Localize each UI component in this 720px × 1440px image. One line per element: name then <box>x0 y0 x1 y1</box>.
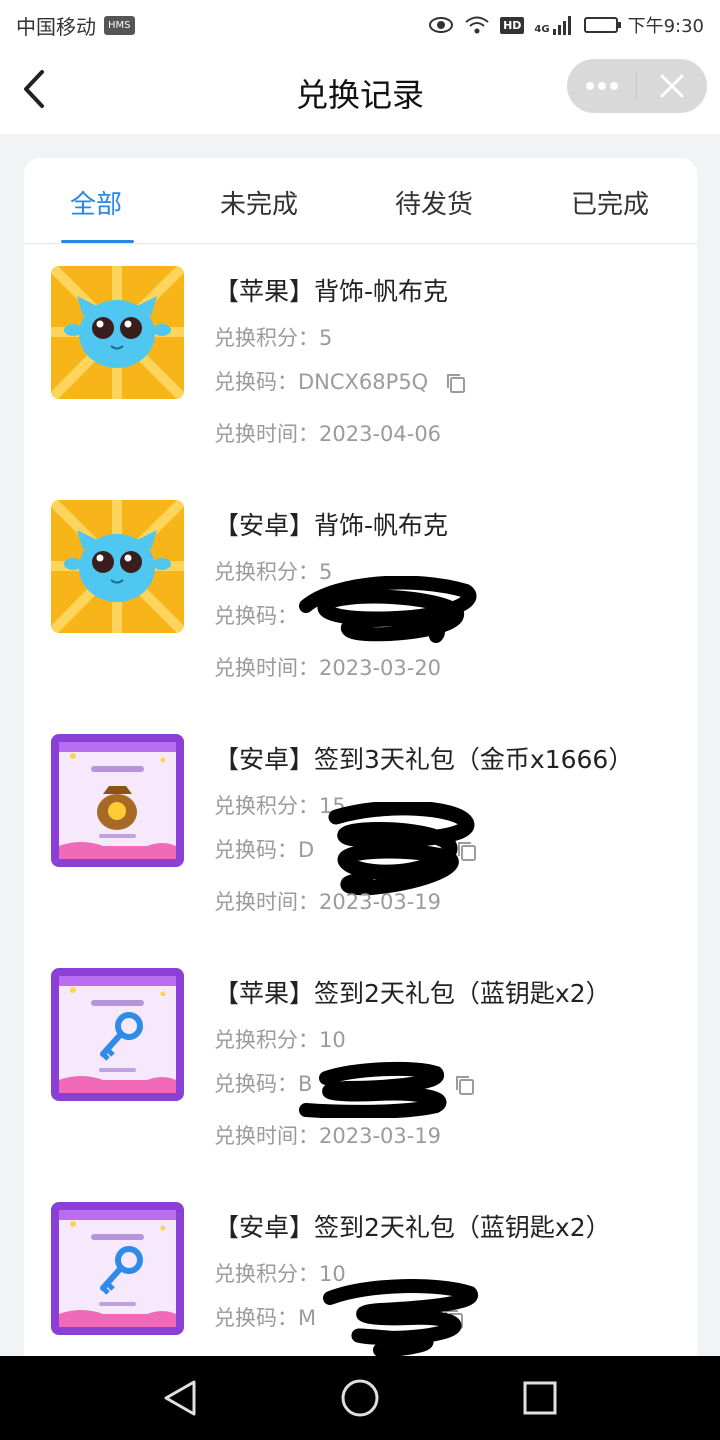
blue-creature-avatar <box>51 500 184 633</box>
tab-all[interactable]: 全部 <box>70 184 122 221</box>
tab-active-indicator <box>61 240 134 243</box>
code-label: 兑换码： <box>214 1306 298 1330</box>
time-label: 兑换时间： <box>214 656 319 680</box>
system-nav-bar <box>0 1356 720 1440</box>
status-right: HD 4G 下午9:30 <box>428 12 704 38</box>
points-label: 兑换积分： <box>214 1262 319 1286</box>
signal-icon: 4G <box>534 15 573 35</box>
hms-badge: HMS <box>104 15 135 35</box>
record-item[interactable]: 【苹果】签到2天礼包（蓝钥匙x2） 兑换积分：10 兑换码：B 兑换时间：202… <box>24 968 697 1202</box>
time-label: 兑换时间： <box>214 422 319 446</box>
time-value: 2023-04-06 <box>319 422 442 446</box>
item-time-row: 兑换时间：2023-03-19 <box>214 886 441 916</box>
item-code-row: 兑换码：DNCX68P5Q <box>214 366 467 396</box>
battery-charging-icon <box>583 17 621 33</box>
tab-incomplete[interactable]: 未完成 <box>220 184 298 221</box>
gold-coin-bag-giftpack <box>51 734 184 867</box>
item-title: 【安卓】签到2天礼包（蓝钥匙x2） <box>214 1213 611 1242</box>
record-item[interactable]: 【苹果】背饰-帆布克 兑换积分：5 兑换码：DNCX68P5Q 兑换时间：202… <box>24 266 697 500</box>
item-time-row: 兑换时间：2023-04-06 <box>214 418 441 448</box>
tab-completed[interactable]: 已完成 <box>571 184 649 221</box>
status-left: 中国移动 HMS <box>16 11 135 40</box>
points-value: 5 <box>319 326 333 350</box>
carrier-label: 中国移动 <box>16 14 96 39</box>
more-button[interactable] <box>567 59 636 113</box>
item-title: 【苹果】背饰-帆布克 <box>214 277 449 306</box>
time-label: 兑换时间： <box>214 1124 319 1148</box>
back-triangle-icon[interactable] <box>162 1378 198 1418</box>
code-value: DNCX68P5Q <box>298 370 429 394</box>
network-type-label: 4G <box>534 24 550 35</box>
item-thumbnail <box>51 968 184 1101</box>
time-value: 2023-03-19 <box>319 1124 442 1148</box>
close-button[interactable] <box>637 59 706 113</box>
points-label: 兑换积分： <box>214 326 319 350</box>
nav-bar: 兑换记录 <box>0 50 720 134</box>
points-label: 兑换积分： <box>214 794 319 818</box>
status-bar: 中国移动 HMS HD 4G 下午9:30 <box>0 0 720 50</box>
copy-icon[interactable] <box>445 372 467 394</box>
item-thumbnail <box>51 734 184 867</box>
recents-square-icon[interactable] <box>522 1378 558 1418</box>
redaction-scribble <box>299 1061 447 1118</box>
item-points-row: 兑换积分：5 <box>214 322 332 352</box>
code-label: 兑换码： <box>214 604 298 628</box>
item-title: 【安卓】背饰-帆布克 <box>214 511 449 540</box>
mini-program-capsule <box>567 59 707 113</box>
item-thumbnail <box>51 500 184 633</box>
code-label: 兑换码： <box>214 370 298 394</box>
records-card: 全部 未完成 待发货 已完成 【苹果】背饰-帆布克 兑换积分：5 兑换码：DNC… <box>24 158 697 1358</box>
item-title: 【安卓】签到3天礼包（金币x1666） <box>214 745 634 774</box>
blue-creature-avatar <box>51 266 184 399</box>
tab-bar: 全部 未完成 待发货 已完成 <box>24 158 697 244</box>
time-label: 兑换时间： <box>214 890 319 914</box>
item-thumbnail <box>51 1202 184 1335</box>
item-time-row: 兑换时间：2023-03-20 <box>214 652 441 682</box>
item-title: 【苹果】签到2天礼包（蓝钥匙x2） <box>214 979 611 1008</box>
item-thumbnail <box>51 266 184 399</box>
time-value: 2023-03-19 <box>319 890 442 914</box>
more-icon <box>585 82 618 90</box>
blue-key-giftpack <box>51 968 184 1101</box>
status-time: 下午9:30 <box>627 16 704 37</box>
redaction-scribble <box>323 1279 479 1357</box>
blue-key-giftpack <box>51 1202 184 1335</box>
time-value: 2023-03-20 <box>319 656 442 680</box>
record-item[interactable]: 【安卓】签到2天礼包（蓝钥匙x2） 兑换积分：10 兑换码：M <box>24 1202 697 1358</box>
tab-pending-shipment[interactable]: 待发货 <box>395 184 473 221</box>
code-label: 兑换码： <box>214 838 298 862</box>
close-icon <box>660 74 683 98</box>
wifi-icon <box>465 16 489 34</box>
hd-badge: HD <box>500 16 525 34</box>
record-item[interactable]: 【安卓】签到3天礼包（金币x1666） 兑换积分：15 兑换码：D 兑换时间：2… <box>24 734 697 968</box>
points-value: 10 <box>319 1028 346 1052</box>
record-item[interactable]: 【安卓】背饰-帆布克 兑换积分：5 兑换码： 兑换时间：2023-03-20 <box>24 500 697 734</box>
redaction-scribble <box>299 576 477 643</box>
eye-icon <box>429 17 454 33</box>
item-points-row: 兑换积分：10 <box>214 1024 346 1054</box>
item-time-row: 兑换时间：2023-03-19 <box>214 1120 441 1150</box>
points-label: 兑换积分： <box>214 1028 319 1052</box>
home-circle-icon[interactable] <box>340 1378 380 1418</box>
